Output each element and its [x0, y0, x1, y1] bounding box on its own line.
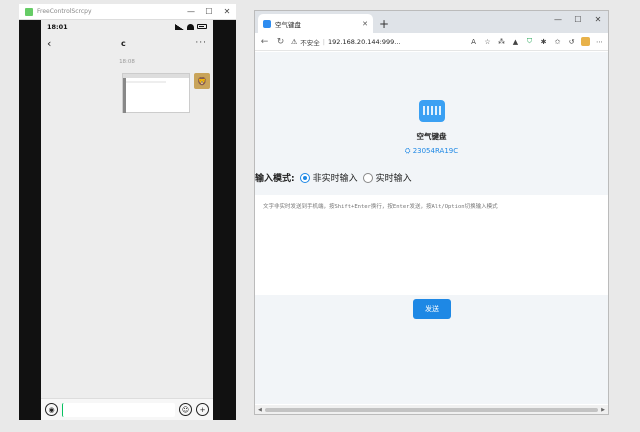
refresh-button[interactable]: ↻ — [275, 37, 286, 47]
device-id-text: 23054RA19C — [412, 147, 459, 155]
keyboard-favicon-icon — [263, 19, 271, 28]
warning-icon[interactable]: ⚠ — [291, 38, 297, 46]
avatar[interactable]: 🦁 — [194, 73, 210, 89]
scrcpy-minimize-button[interactable]: — — [182, 4, 200, 19]
radio-non-realtime-dot[interactable] — [299, 172, 310, 183]
security-label[interactable]: 不安全 — [300, 37, 320, 47]
radio-realtime[interactable]: 实时输入 — [362, 171, 412, 184]
chat-header: ‹ c ··· — [41, 33, 213, 53]
extension-icon[interactable]: ⁂ — [497, 37, 506, 46]
scrcpy-close-button[interactable]: ✕ — [218, 4, 236, 19]
phone-status-bar: 18:01 — [41, 20, 213, 33]
input-mode-row: 输入模式: 非实时输入 实时输入 — [255, 171, 412, 184]
new-tab-button[interactable]: + — [379, 17, 389, 31]
send-button[interactable]: 发送 — [413, 299, 451, 319]
scrcpy-title: FreeControlScrcpy — [37, 8, 92, 15]
image-message[interactable] — [122, 73, 190, 113]
profile-avatar-icon[interactable] — [581, 37, 590, 46]
back-button[interactable]: ← — [259, 37, 270, 47]
phone-screen[interactable]: 18:01 ‹ c ··· 18:08 🦁 ◉ ☺ + — [41, 20, 213, 420]
device-id: ⛭ 23054RA19C — [404, 147, 459, 155]
scroll-thumb[interactable] — [264, 407, 599, 412]
text-input-area[interactable] — [255, 195, 608, 295]
tab-close-icon[interactable]: ✕ — [362, 20, 368, 28]
radio-non-realtime[interactable]: 非实时输入 — [299, 171, 358, 184]
scroll-left-icon[interactable]: ◀ — [258, 407, 262, 413]
read-aloud-icon[interactable]: A — [469, 37, 478, 46]
favorites-icon[interactable]: ✩ — [553, 37, 562, 46]
scrcpy-maximize-button[interactable]: ☐ — [200, 4, 218, 19]
tab-label: 空气键盘 — [275, 20, 301, 29]
message-timestamp: 18:08 — [119, 59, 135, 65]
favorite-star-icon[interactable]: ☆ — [483, 37, 492, 46]
scrcpy-window: FreeControlScrcpy — ☐ ✕ 18:01 ‹ c ··· 18… — [19, 4, 236, 420]
radio-realtime-label[interactable]: 实时输入 — [376, 171, 412, 184]
battery-icon — [197, 24, 207, 29]
radio-non-realtime-label[interactable]: 非实时输入 — [313, 171, 358, 184]
scrcpy-app-icon — [25, 7, 33, 16]
scrcpy-titlebar[interactable]: FreeControlScrcpy — ☐ ✕ — [19, 4, 236, 20]
horizontal-scrollbar[interactable]: ◀ ▶ — [255, 405, 608, 414]
menu-icon[interactable]: ⋯ — [595, 37, 604, 46]
chat-input-bar: ◉ ☺ + — [41, 398, 213, 420]
browser-toolbar: ← ↻ ⚠ 不安全 | 192.168.20.144:999... A ☆ ⁂ … — [255, 33, 608, 51]
address-bar[interactable]: ⚠ 不安全 | 192.168.20.144:999... — [291, 37, 464, 47]
message-input[interactable] — [62, 402, 175, 417]
history-icon[interactable]: ↺ — [567, 37, 576, 46]
emoji-icon[interactable]: ☺ — [179, 403, 192, 416]
url-text[interactable]: 192.168.20.144:999... — [328, 38, 400, 46]
message-row: 🦁 — [41, 73, 213, 113]
chat-title: c — [121, 38, 126, 48]
browser-maximize-button[interactable]: ☐ — [568, 11, 588, 28]
more-icon[interactable]: ··· — [195, 38, 207, 48]
tab-air-keyboard[interactable]: 空气键盘 ✕ — [258, 14, 373, 33]
browser-minimize-button[interactable]: — — [548, 11, 568, 28]
air-keyboard-page: 空气键盘 ⛭ 23054RA19C 输入模式: 非实时输入 实时输入 发送 — [255, 52, 608, 404]
address-separator: | — [322, 37, 325, 46]
back-icon[interactable]: ‹ — [47, 37, 51, 50]
wifi-icon — [187, 23, 194, 30]
browser-close-button[interactable]: ✕ — [588, 11, 608, 28]
scroll-right-icon[interactable]: ▶ — [601, 407, 605, 413]
input-mode-label: 输入模式: — [255, 174, 295, 184]
signal-icon — [175, 23, 184, 30]
extensions-puzzle-icon[interactable]: ✱ — [539, 37, 548, 46]
browser-window: 空气键盘 ✕ + — ☐ ✕ ← ↻ ⚠ 不安全 | 192.168.20.14… — [254, 10, 609, 415]
plus-icon[interactable]: + — [196, 403, 209, 416]
radio-realtime-dot[interactable] — [362, 172, 373, 183]
shield-extension-icon[interactable]: ⛉ — [525, 37, 534, 46]
extension-icon[interactable]: ▲ — [511, 37, 520, 46]
keyboard-logo-icon — [419, 100, 445, 122]
app-title: 空气键盘 — [416, 132, 447, 141]
voice-icon[interactable]: ◉ — [45, 403, 58, 416]
tab-strip: 空气键盘 ✕ + — ☐ ✕ — [255, 11, 608, 33]
status-time: 18:01 — [47, 22, 68, 31]
